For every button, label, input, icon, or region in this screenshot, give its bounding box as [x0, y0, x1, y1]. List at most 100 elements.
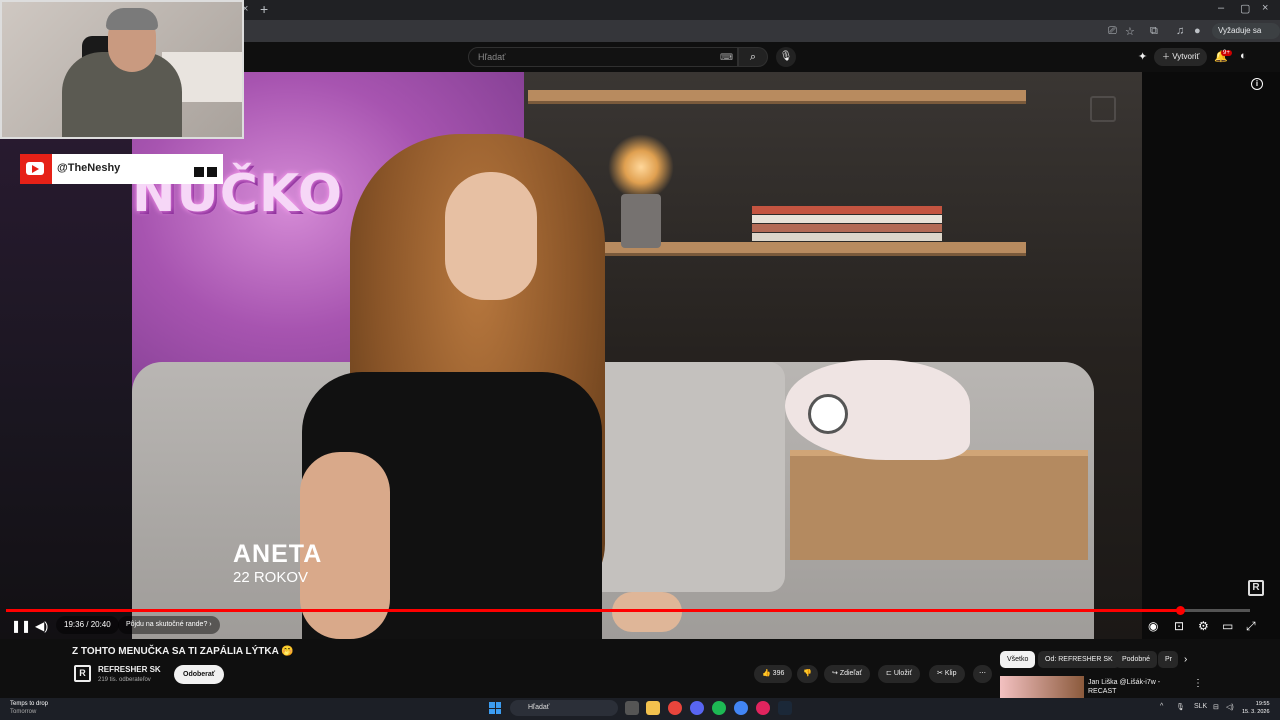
recommended-title[interactable]: Jan Liška @Lišák-i7w - RECAST [1088, 678, 1178, 696]
scissors-icon: ✂ [937, 670, 945, 677]
theater-mode-icon[interactable]: ▭ [1222, 619, 1233, 633]
taskbar-search[interactable]: Hľadať [510, 700, 618, 716]
guest-hand [612, 592, 682, 632]
subscribe-button[interactable]: Odoberať [174, 665, 225, 684]
thumbs-down-icon: 👎 [803, 670, 812, 677]
chapter-button[interactable]: Pôjdu na skutočné rande? › [118, 616, 220, 634]
network-icon[interactable]: ⊟ [1213, 703, 1219, 711]
book [752, 233, 942, 241]
streamer-hair [106, 8, 158, 30]
create-button[interactable]: ＋ Vytvoriť [1154, 48, 1208, 66]
bookmark-icon: ⊏ [886, 670, 894, 677]
more-icon: ⋯ [979, 670, 986, 677]
speaker-icon[interactable]: ◁) [1226, 703, 1234, 711]
maximize-button[interactable]: ▢ [1240, 2, 1250, 15]
lamp-base [621, 194, 661, 248]
tray-mic-icon[interactable]: 🎙 [1176, 703, 1185, 711]
task-view-icon[interactable] [625, 701, 639, 715]
media-control-icon[interactable]: ♫ [1176, 25, 1184, 37]
bookmark-star-icon[interactable]: ☆ [1125, 25, 1135, 38]
clock-date: 15. 3. 2026 [1242, 709, 1270, 715]
chrome-icon[interactable] [668, 701, 682, 715]
search-input[interactable]: Hľadať [468, 47, 738, 67]
guest-name: ANETA [233, 540, 323, 568]
channel-name[interactable]: REFRESHER SK [98, 665, 161, 674]
sparkle-icon[interactable]: ✦ [1138, 50, 1147, 63]
spotify-icon[interactable] [712, 701, 726, 715]
progress-bar[interactable] [6, 606, 1250, 615]
autoplay-toggle-icon[interactable]: ◉ [1148, 619, 1158, 633]
like-count: 396 [772, 670, 785, 677]
microphone-icon: 🎙 [779, 51, 793, 62]
chip-from-channel[interactable]: Od: REFRESHER SK [1038, 651, 1120, 668]
create-label: Vytvoriť [1172, 52, 1200, 61]
kebab-menu-icon[interactable]: ⋮ [1193, 678, 1203, 689]
search-icon: ⌕ [749, 51, 757, 63]
windows-start-icon[interactable] [489, 702, 501, 714]
system-clock[interactable]: 19:55 15. 3. 2026 [1242, 700, 1270, 716]
recommended-thumbnail[interactable] [1000, 676, 1084, 698]
close-window-button[interactable]: × [1262, 2, 1268, 14]
screen: × + – ▢ × ⎚ ☆ ⧉ ♫ ● Vyžaduje sa akcia Hľ… [0, 0, 1280, 720]
table-clock [808, 394, 848, 434]
share-label: Zdieľať [839, 670, 862, 677]
file-explorer-icon[interactable] [646, 701, 660, 715]
profile-avatar-icon[interactable]: ● [1194, 25, 1201, 37]
webcam-overlay [0, 0, 244, 139]
progress-fill [6, 609, 1181, 612]
fullscreen-icon[interactable]: ⤢ [1246, 619, 1256, 634]
channel-avatar[interactable]: R [74, 665, 91, 682]
guest-face [445, 172, 537, 300]
search-button[interactable]: ⌕ [738, 47, 768, 67]
keyboard-icon[interactable]: ⌨ [720, 52, 733, 63]
chevron-right-icon[interactable]: › [1184, 654, 1187, 665]
subscriber-count: 219 tis. odberateľov [98, 677, 151, 683]
clip-button[interactable]: ✂ Klip [929, 665, 965, 683]
channel-watermark-icon[interactable]: R [1248, 580, 1264, 596]
video-title: Z TOHTO MENUČKA SA TI ZAPÁLIA LÝTKA 🤭 [72, 646, 294, 657]
settings-gear-icon[interactable]: ⚙ [1198, 619, 1209, 633]
volume-icon[interactable]: ◀) [35, 619, 48, 633]
obs-icon[interactable] [756, 701, 770, 715]
dislike-button[interactable]: 👎 [797, 665, 818, 683]
new-tab-button[interactable]: + [260, 1, 268, 17]
account-avatar-icon[interactable]: ◐ [1240, 50, 1247, 62]
chip-related[interactable]: Podobné [1115, 651, 1158, 668]
info-icon[interactable]: i [1251, 78, 1263, 90]
extensions-icon[interactable]: ⧉ [1150, 25, 1158, 38]
subtitles-icon[interactable]: ⊡ [1174, 619, 1184, 633]
weather-widget[interactable]: Temps to drop Tomorrow [10, 700, 48, 716]
minimize-button[interactable]: – [1218, 2, 1224, 14]
install-app-icon[interactable]: ⎚ [1108, 25, 1117, 38]
thumbs-up-icon: 👍 [762, 670, 773, 677]
book [752, 224, 942, 232]
voice-search-button[interactable]: 🎙 [776, 47, 796, 67]
save-label: Uložiť [893, 670, 912, 677]
chip-all[interactable]: Všetko [1000, 651, 1036, 668]
clip-label: Klip [944, 670, 957, 677]
video-right-panel [1142, 72, 1280, 639]
share-button[interactable]: ↪ Zdieľať [824, 665, 870, 683]
save-button[interactable]: ⊏ Uložiť [878, 665, 920, 683]
steam-icon[interactable] [778, 701, 792, 715]
weather-title: Temps to drop [10, 701, 49, 707]
book-stack [752, 204, 944, 248]
like-button[interactable]: 👍 396 [754, 665, 793, 683]
lamp-bulb [608, 134, 674, 200]
notification-badge: 9+ [1221, 50, 1232, 56]
pause-icon[interactable]: ❚❚ [11, 619, 31, 633]
profile-action-pill[interactable]: Vyžaduje sa akcia [1212, 23, 1280, 51]
language-indicator[interactable]: SLK [1194, 703, 1207, 710]
watermark-icon [1090, 96, 1116, 122]
more-actions-button[interactable]: ⋯ [973, 665, 992, 683]
discord-icon[interactable] [690, 701, 704, 715]
overlay-squares-icon [194, 164, 220, 177]
chip-more[interactable]: Pr [1158, 651, 1178, 668]
tray-overflow-icon[interactable]: ^ [1160, 703, 1163, 710]
channel-handle-overlay: @TheNeshy [20, 154, 223, 184]
chrome-profile-icon[interactable] [734, 701, 748, 715]
book [752, 206, 942, 214]
guest-age: 22 ROKOV [233, 569, 309, 586]
channel-handle: @TheNeshy [57, 162, 121, 174]
upper-shelf [528, 90, 1026, 104]
